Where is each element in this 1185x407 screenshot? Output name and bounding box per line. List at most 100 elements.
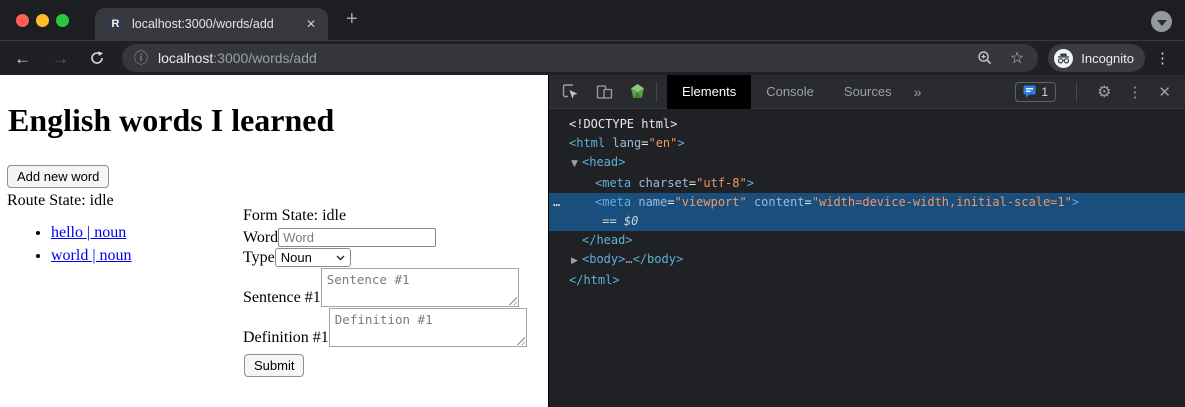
- extension-gem-icon[interactable]: [629, 83, 646, 100]
- type-row: Type Noun: [243, 248, 527, 267]
- web-page: English words I learned Add new word Rou…: [0, 75, 548, 407]
- word-input[interactable]: [278, 228, 436, 247]
- magnifier-plus-icon: [977, 50, 993, 66]
- devtools-code-line[interactable]: ▶<body>…</body>: [549, 250, 1185, 271]
- type-select[interactable]: Noun: [275, 248, 351, 267]
- code-token-tag: <meta: [595, 195, 631, 209]
- toolbar-divider: [1076, 82, 1077, 102]
- word-label: Word: [243, 228, 278, 247]
- fullscreen-window-button[interactable]: [56, 14, 69, 27]
- devtools-settings-button[interactable]: ⚙: [1097, 82, 1111, 102]
- resize-handle-icon[interactable]: [516, 336, 525, 345]
- add-new-word-button[interactable]: Add new word: [7, 165, 109, 188]
- tab-strip: R localhost:3000/words/add ✕ +: [0, 0, 1185, 40]
- toolbar-divider: [656, 82, 657, 102]
- elements-tree: <!DOCTYPE html><html lang="en">▼<head><m…: [549, 109, 1185, 290]
- more-tabs-button[interactable]: »: [914, 84, 922, 100]
- forward-button[interactable]: →: [52, 50, 69, 67]
- submit-button[interactable]: Submit: [244, 354, 304, 377]
- code-token-tag: </html>: [569, 273, 620, 287]
- devtools-code-line[interactable]: ▼<head>: [549, 153, 1185, 174]
- back-button[interactable]: ←: [14, 50, 31, 67]
- definition-label: Definition #1: [243, 328, 329, 347]
- devtools-code-line[interactable]: == $0: [549, 212, 1185, 231]
- code-token-val: "utf-8": [696, 176, 747, 190]
- url-text[interactable]: localhost:3000/words/add: [158, 50, 317, 66]
- issues-bubble-icon: [1023, 85, 1036, 98]
- sentence-textarea[interactable]: [321, 268, 519, 307]
- browser-toolbar: ← → ⓘ localhost:3000/words/add ☆: [0, 40, 1185, 75]
- code-token-attr: name: [631, 195, 667, 209]
- definition-textarea[interactable]: [329, 308, 527, 347]
- url-path: :3000/words/add: [213, 50, 317, 66]
- reload-button[interactable]: [89, 50, 105, 66]
- word-link[interactable]: hello | noun: [51, 224, 126, 241]
- tab-console[interactable]: Console: [751, 75, 829, 109]
- chevron-down-icon: [1157, 20, 1167, 26]
- devtools-code-line[interactable]: …<meta name="viewport" content="width=de…: [549, 193, 1185, 212]
- inspect-cursor-icon: [562, 83, 579, 100]
- code-token-tag: <body>: [582, 252, 625, 266]
- close-window-button[interactable]: [16, 14, 29, 27]
- devtools-code-line[interactable]: <meta charset="utf-8">: [549, 174, 1185, 193]
- site-info-icon[interactable]: ⓘ: [134, 48, 148, 68]
- devtools-menu-button[interactable]: ⋮: [1127, 83, 1142, 101]
- code-token-tag: <meta: [595, 176, 631, 190]
- devtools-code-line[interactable]: <!DOCTYPE html>: [549, 115, 1185, 134]
- type-label: Type: [243, 248, 275, 267]
- issues-counter[interactable]: 1: [1015, 82, 1056, 102]
- tab-title: localhost:3000/words/add: [132, 17, 300, 31]
- code-token-tag: >: [747, 176, 754, 190]
- sentence-row: Sentence #1: [243, 268, 527, 307]
- selected-node-ellipsis: …: [553, 193, 560, 212]
- word-link[interactable]: world | noun: [51, 247, 132, 264]
- inspect-element-button[interactable]: [562, 83, 579, 100]
- browser-tab[interactable]: R localhost:3000/words/add ✕: [95, 8, 328, 40]
- code-token-tag: </body>: [633, 252, 684, 266]
- devtools-close-button[interactable]: ✕: [1158, 83, 1171, 101]
- bookmark-star-icon[interactable]: ☆: [1010, 48, 1024, 68]
- tab-elements[interactable]: Elements: [667, 75, 751, 109]
- new-tab-button[interactable]: +: [346, 8, 358, 31]
- incognito-badge: Incognito: [1048, 44, 1145, 72]
- browser-menu-button[interactable]: ⋮: [1155, 49, 1170, 67]
- devtools-code-line[interactable]: </html>: [549, 271, 1185, 290]
- page-zoom-icon[interactable]: [977, 50, 993, 66]
- devtools-panel: Elements Console Sources » 1 ⚙ ⋮: [548, 75, 1185, 407]
- form-state-text: Form State: idle: [243, 207, 527, 225]
- add-word-form: Form State: idle Word Type Noun Sentenc: [243, 207, 527, 377]
- page-title: English words I learned: [8, 102, 548, 139]
- address-bar[interactable]: ⓘ localhost:3000/words/add ☆: [122, 44, 1038, 72]
- devtools-code-line[interactable]: <html lang="en">: [549, 134, 1185, 153]
- browser-window: R localhost:3000/words/add ✕ + ← → ⓘ loc…: [0, 0, 1185, 407]
- code-token-val: "en": [648, 136, 677, 150]
- minimize-window-button[interactable]: [36, 14, 49, 27]
- device-toolbar-button[interactable]: [596, 83, 613, 100]
- window-controls: [16, 14, 69, 27]
- definition-row: Definition #1: [243, 308, 527, 347]
- code-token-attr: content: [747, 195, 805, 209]
- code-token-attr: charset: [631, 176, 689, 190]
- incognito-icon: [1054, 49, 1073, 68]
- devtools-code-line[interactable]: </head>: [549, 231, 1185, 250]
- code-token-tag: >: [677, 136, 684, 150]
- code-token-plain: =: [805, 195, 812, 209]
- type-select-value: Noun: [281, 250, 312, 265]
- code-token-val: "viewport": [674, 195, 746, 209]
- code-token-eq: == $0: [595, 214, 638, 228]
- incognito-glyph: [1057, 53, 1070, 64]
- code-token-val: "width=device-width,initial-scale=1": [812, 195, 1072, 209]
- resize-handle-icon[interactable]: [508, 296, 517, 305]
- code-token-tag: <head>: [582, 155, 625, 169]
- definition-textarea-wrap: [329, 308, 527, 347]
- green-gem-glyph: [629, 83, 646, 100]
- code-token-arrow: ▶: [571, 252, 582, 271]
- code-token-plain: <!DOCTYPE html>: [569, 117, 677, 131]
- url-host: localhost: [158, 50, 213, 66]
- code-token-dim: …: [625, 252, 632, 266]
- tab-close-icon[interactable]: ✕: [306, 17, 316, 31]
- device-toolbar-icon: [596, 83, 613, 100]
- code-token-arrow: ▼: [571, 155, 582, 174]
- browser-update-button[interactable]: [1151, 11, 1172, 32]
- tab-sources[interactable]: Sources: [829, 75, 907, 109]
